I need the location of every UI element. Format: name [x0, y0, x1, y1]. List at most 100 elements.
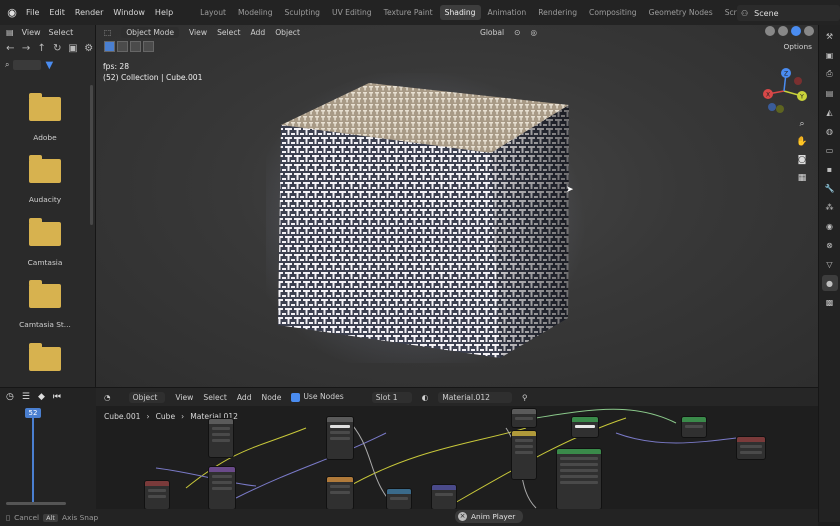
- shader-node[interactable]: [511, 408, 537, 428]
- shader-node[interactable]: [571, 416, 599, 438]
- tab-geometry-nodes[interactable]: Geometry Nodes: [644, 5, 718, 20]
- collection-properties-icon[interactable]: ▭: [822, 142, 838, 158]
- folder-item[interactable]: [0, 343, 90, 383]
- object-properties-icon[interactable]: ▪: [822, 161, 838, 177]
- current-frame-indicator[interactable]: 52: [25, 408, 41, 418]
- material-shading-icon[interactable]: [791, 26, 801, 36]
- viewport-editor-type-icon[interactable]: ⬚: [104, 28, 111, 37]
- tab-shading[interactable]: Shading: [439, 5, 481, 20]
- shader-node[interactable]: [386, 488, 412, 509]
- fb-menu-view[interactable]: View: [22, 28, 41, 37]
- tool-properties-icon[interactable]: ⚒: [822, 28, 838, 44]
- shader-node[interactable]: [681, 416, 707, 438]
- tab-texture-paint[interactable]: Texture Paint: [379, 5, 438, 20]
- vp-menu-view[interactable]: View: [189, 28, 207, 37]
- tab-modeling[interactable]: Modeling: [233, 5, 278, 20]
- cube-front-face: [278, 125, 500, 358]
- view-layer-icon[interactable]: ▤: [822, 85, 838, 101]
- modifier-properties-icon[interactable]: 🔧: [822, 180, 838, 196]
- textured-cube[interactable]: [266, 73, 586, 363]
- select-box-icon[interactable]: [104, 41, 115, 52]
- forward-icon[interactable]: →: [20, 42, 33, 55]
- shader-node[interactable]: [144, 480, 170, 509]
- vp-menu-select[interactable]: Select: [217, 28, 240, 37]
- shader-node-editor[interactable]: ◔ Object View Select Add Node Use Nodes …: [96, 387, 818, 509]
- world-properties-icon[interactable]: ◍: [822, 123, 838, 139]
- proportional-edit-icon[interactable]: ◎: [531, 28, 538, 37]
- timeline-menu-icon[interactable]: ☰: [22, 392, 30, 402]
- shader-node[interactable]: [431, 484, 457, 509]
- scene-selector[interactable]: ⚇ Scene: [737, 5, 840, 21]
- close-icon[interactable]: ×: [458, 512, 467, 521]
- select-invert-icon[interactable]: [143, 41, 154, 52]
- tab-uv-editing[interactable]: UV Editing: [327, 5, 377, 20]
- new-folder-icon[interactable]: ▣: [67, 42, 80, 55]
- back-icon[interactable]: ←: [4, 42, 17, 55]
- filter-icon[interactable]: ▼: [45, 60, 53, 71]
- display-mode-toggle[interactable]: [13, 60, 42, 70]
- folder-item[interactable]: Camtasia: [0, 218, 90, 267]
- texture-properties-icon[interactable]: ▩: [822, 294, 838, 310]
- solid-shading-icon[interactable]: [778, 26, 788, 36]
- shader-node[interactable]: [511, 430, 537, 480]
- blender-logo-icon[interactable]: ◉: [2, 0, 22, 25]
- tab-sculpting[interactable]: Sculpting: [280, 5, 325, 20]
- tab-layout[interactable]: Layout: [195, 5, 231, 20]
- camera-icon[interactable]: ◙: [795, 153, 809, 167]
- vp-menu-object[interactable]: Object: [275, 28, 300, 37]
- scene-properties-icon[interactable]: ◭: [822, 104, 838, 120]
- timeline-editor-type-icon[interactable]: ◷: [6, 392, 14, 402]
- shader-node[interactable]: [326, 416, 354, 460]
- rendered-shading-icon[interactable]: [804, 26, 814, 36]
- object-mode-dropdown[interactable]: Object Mode: [121, 26, 180, 38]
- menu-window[interactable]: Window: [113, 8, 145, 17]
- anim-player-button[interactable]: × Anim Player: [455, 510, 524, 523]
- tab-rendering[interactable]: Rendering: [533, 5, 582, 20]
- menu-edit[interactable]: Edit: [49, 8, 65, 17]
- principled-bsdf-node[interactable]: [556, 448, 602, 509]
- material-output-node[interactable]: [736, 436, 766, 460]
- object-data-icon[interactable]: ▽: [822, 256, 838, 272]
- folder-item[interactable]: Camtasia St...: [0, 280, 90, 329]
- output-properties-icon[interactable]: ⎙: [822, 66, 838, 82]
- particles-icon[interactable]: ⁂: [822, 199, 838, 215]
- menu-render[interactable]: Render: [75, 8, 103, 17]
- timeline-scrollbar[interactable]: [6, 502, 66, 505]
- folder-item[interactable]: Audacity: [0, 155, 90, 204]
- settings-icon[interactable]: ⚙: [82, 42, 95, 55]
- material-properties-icon[interactable]: ●: [821, 275, 838, 291]
- timeline-header: ◷ ☰ ◆ ⏮: [0, 388, 96, 406]
- menu-help[interactable]: Help: [155, 8, 173, 17]
- shader-node[interactable]: [326, 476, 354, 509]
- wireframe-shading-icon[interactable]: [765, 26, 775, 36]
- constraints-icon[interactable]: ⊗: [822, 237, 838, 253]
- physics-icon[interactable]: ◉: [822, 218, 838, 234]
- shader-node[interactable]: [208, 418, 234, 458]
- navigation-gizmo[interactable]: Y X Z: [758, 65, 810, 117]
- transform-orientation-dropdown[interactable]: Global: [480, 28, 504, 37]
- refresh-icon[interactable]: ↻: [51, 42, 64, 55]
- tab-compositing[interactable]: Compositing: [584, 5, 642, 20]
- select-extend-icon[interactable]: [117, 41, 128, 52]
- folder-item[interactable]: Adobe: [0, 93, 90, 142]
- shader-node[interactable]: [208, 466, 236, 509]
- fb-menu-select[interactable]: Select: [49, 28, 74, 37]
- keyframe-icon[interactable]: ◆: [38, 392, 45, 402]
- snap-icon[interactable]: ⊙: [514, 28, 520, 37]
- editor-type-icon[interactable]: ▤: [6, 28, 14, 37]
- parent-dir-icon[interactable]: ↑: [35, 42, 48, 55]
- top-bar: ◉ File Edit Render Window Help Layout Mo…: [0, 0, 840, 25]
- ortho-grid-icon[interactable]: ▦: [795, 171, 809, 185]
- jump-start-icon[interactable]: ⏮: [53, 392, 61, 402]
- tab-animation[interactable]: Animation: [483, 5, 532, 20]
- pan-hand-icon[interactable]: ✋: [795, 135, 809, 149]
- 3d-viewport[interactable]: ⬚ Object Mode View Select Add Object Glo…: [96, 25, 818, 387]
- render-properties-icon[interactable]: ▣: [822, 47, 838, 63]
- select-subtract-icon[interactable]: [130, 41, 141, 52]
- file-browser-scrollbar[interactable]: [90, 85, 93, 225]
- vp-menu-add[interactable]: Add: [251, 28, 266, 37]
- menu-file[interactable]: File: [26, 8, 39, 17]
- zoom-icon[interactable]: ⌕: [795, 117, 809, 131]
- playhead-line[interactable]: [32, 418, 34, 504]
- options-dropdown[interactable]: Options: [783, 42, 812, 51]
